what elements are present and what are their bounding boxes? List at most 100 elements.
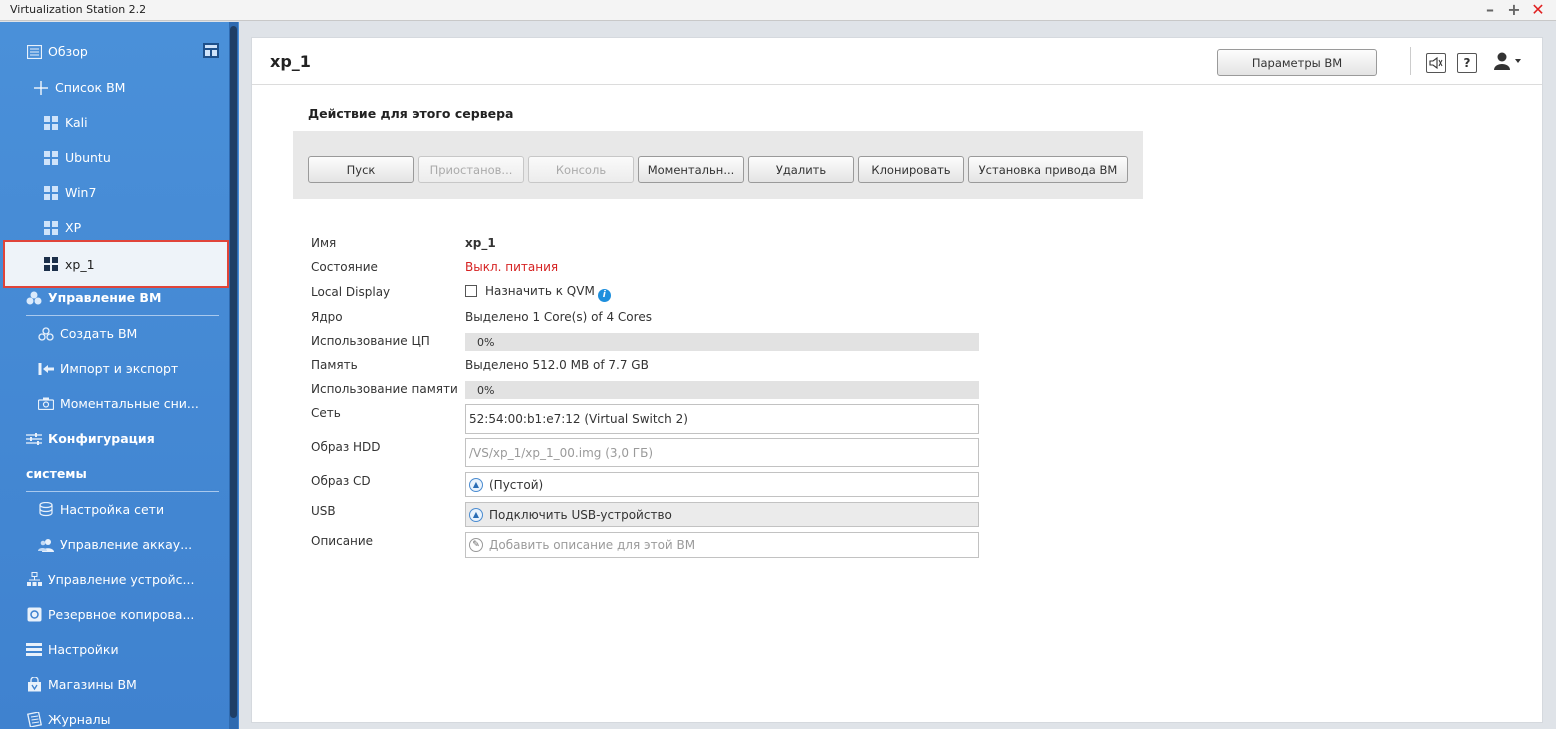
local-display-label: Local Display [311, 285, 391, 299]
vm-params-button[interactable]: Параметры ВМ [1217, 49, 1377, 76]
sidebar-item-vm-ubuntu[interactable]: Ubuntu [0, 140, 229, 175]
network-label: Сеть [311, 406, 341, 420]
maximize-icon[interactable]: + [1506, 1, 1522, 19]
actions-toolbar: Пуск Приостанов... Консоль Моментальн...… [293, 131, 1143, 199]
description-label: Описание [311, 534, 374, 548]
start-button[interactable]: Пуск [308, 156, 414, 183]
main-panel: xp_1 Параметры ВМ ? Действие для этого с… [251, 37, 1543, 723]
delete-button[interactable]: Удалить [748, 156, 854, 183]
sidebar-item-vm-list[interactable]: Список ВМ [0, 70, 229, 105]
sidebar-scrollbar-thumb[interactable] [230, 26, 237, 718]
usb-connect-button[interactable]: ▲ Подключить USB-устройство [465, 502, 979, 527]
sidebar-item-system-config-cont[interactable]: системы [0, 456, 229, 491]
sidebar-item-vm-win7[interactable]: Win7 [0, 175, 229, 210]
state-label: Состояние [311, 260, 378, 274]
minimize-icon[interactable]: – [1482, 1, 1498, 19]
windows-icon [43, 115, 59, 131]
actions-section-title: Действие для этого сервера [308, 106, 514, 121]
sidebar-item-label: Kali [65, 115, 88, 130]
backup-icon [26, 607, 42, 623]
description-placeholder: Добавить описание для этой ВМ [489, 538, 696, 552]
cd-label: Образ CD [311, 474, 371, 488]
devices-icon [26, 572, 42, 588]
sidebar-item-device-management[interactable]: Управление устройс... [0, 562, 229, 597]
sidebar-item-label: Магазины ВМ [48, 677, 137, 692]
sidebar-item-overview[interactable]: Обзор [0, 34, 229, 69]
sidebar-item-logs[interactable]: Журналы [0, 702, 229, 729]
sidebar-item-snapshots[interactable]: Моментальные сни... [0, 386, 229, 421]
usb-value: Подключить USB-устройство [489, 507, 672, 522]
state-value: Выкл. питания [465, 260, 559, 274]
sidebar-item-label: Настройка сети [60, 502, 165, 517]
main-header: xp_1 Параметры ВМ ? [252, 38, 1542, 85]
snapshot-button[interactable]: Моментальн... [638, 156, 744, 183]
core-value: Выделено 1 Core(s) of 4 Cores [465, 310, 652, 324]
name-label: Имя [311, 236, 337, 250]
cd-image-field[interactable]: ▲ (Пустой) [465, 472, 979, 497]
sidebar-item-label: Резервное копирова... [48, 607, 195, 622]
network-value: 52:54:00:b1:e7:12 (Virtual Switch 2) [469, 412, 688, 426]
hdd-image-field[interactable]: /VS/xp_1/xp_1_00.img (3,0 ГБ) [465, 438, 979, 467]
memory-label: Память [311, 358, 358, 372]
sidebar-item-label: Управление ВМ [48, 290, 162, 305]
core-label: Ядро [311, 310, 343, 324]
header-separator [1410, 47, 1411, 75]
help-icon[interactable]: ? [1457, 53, 1477, 73]
sidebar-item-system-config[interactable]: Конфигурация [0, 421, 229, 456]
sidebar-item-vm-management[interactable]: Управление ВМ [0, 280, 229, 315]
vm-management-icon [26, 290, 42, 306]
console-button[interactable]: Консоль [528, 156, 634, 183]
cpu-usage-bar: 0% [465, 333, 979, 351]
sidebar-item-create-vm[interactable]: Создать ВМ [0, 316, 229, 351]
user-icon[interactable] [1493, 51, 1525, 73]
page-title: xp_1 [270, 52, 311, 71]
cpu-usage-value: 0% [477, 336, 495, 349]
sidebar-item-backup[interactable]: Резервное копирова... [0, 597, 229, 632]
sidebar-item-settings[interactable]: Настройки [0, 632, 229, 667]
sidebar-item-label: Список ВМ [55, 80, 126, 95]
camera-icon [38, 396, 54, 412]
windows-icon [43, 256, 59, 272]
install-vm-drive-button[interactable]: Установка привода ВМ [968, 156, 1128, 183]
sidebar-item-label: Создать ВМ [60, 326, 138, 341]
pencil-icon: ✎ [469, 538, 483, 552]
logs-icon [26, 712, 42, 728]
sliders-icon [26, 431, 42, 447]
sidebar-item-label: XP [65, 220, 82, 235]
network-field[interactable]: 52:54:00:b1:e7:12 (Virtual Switch 2) [465, 404, 979, 434]
sidebar-item-label: Win7 [65, 185, 97, 200]
assign-qvm-checkbox[interactable] [465, 285, 477, 297]
sidebar-item-label: Настройки [48, 642, 119, 657]
speaker-icon[interactable] [1426, 53, 1446, 73]
sidebar-item-account-management[interactable]: Управление аккау... [0, 527, 229, 562]
sidebar-item-label: Ubuntu [65, 150, 111, 165]
info-icon[interactable]: i [597, 288, 611, 302]
eject-icon: ▲ [469, 477, 483, 492]
cpu-usage-label: Использование ЦП [311, 334, 430, 348]
window-title: Virtualization Station 2.2 [10, 3, 147, 16]
sidebar-item-label: xp_1 [65, 256, 95, 272]
plus-icon [33, 80, 49, 96]
layout-icon[interactable] [203, 43, 219, 61]
import-export-icon [38, 361, 54, 377]
sidebar-item-label: Управление аккау... [60, 537, 193, 552]
usb-label: USB [311, 504, 336, 518]
sidebar-item-label: Управление устройс... [48, 572, 195, 587]
sidebar-item-vm-kali[interactable]: Kali [0, 105, 229, 140]
users-icon [38, 537, 54, 553]
close-icon[interactable]: ✕ [1530, 1, 1546, 19]
sidebar-item-vm-stores[interactable]: Магазины ВМ [0, 667, 229, 702]
description-field[interactable]: ✎ Добавить описание для этой ВМ [465, 532, 979, 558]
sidebar-item-import-export[interactable]: Импорт и экспорт [0, 351, 229, 386]
memory-usage-label: Использование памяти [311, 382, 458, 396]
hdd-label: Образ HDD [311, 440, 381, 454]
memory-usage-bar: 0% [465, 381, 979, 399]
create-vm-icon [38, 326, 54, 342]
sidebar-item-network-settings[interactable]: Настройка сети [0, 492, 229, 527]
assign-qvm-label[interactable]: Назначить к QVM [485, 284, 595, 298]
sidebar-item-label: Моментальные сни... [60, 396, 199, 411]
clone-button[interactable]: Клонировать [858, 156, 964, 183]
windows-icon [43, 185, 59, 201]
suspend-button[interactable]: Приостанов... [418, 156, 524, 183]
local-display-option: Назначить к QVM i [465, 284, 611, 302]
